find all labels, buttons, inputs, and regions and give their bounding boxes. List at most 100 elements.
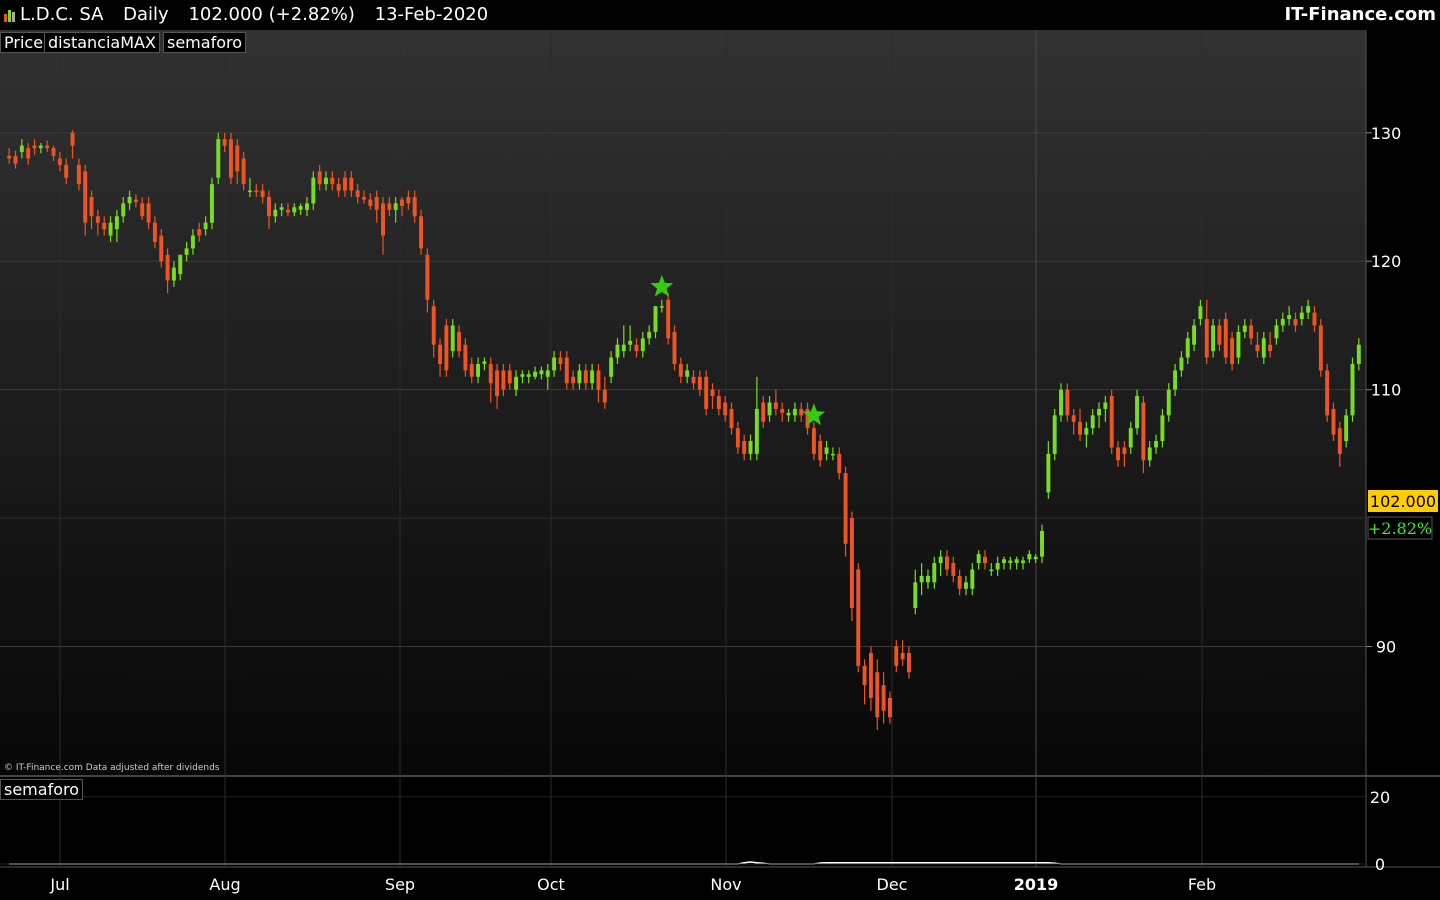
time-axis-label: Oct: [537, 875, 565, 894]
candle-body: [1033, 556, 1038, 560]
legend-tag-price[interactable]: Price: [0, 32, 48, 53]
candle-body: [171, 267, 176, 281]
period-label: Daily: [123, 4, 169, 25]
candle-body: [1103, 402, 1108, 409]
candle-body: [1008, 560, 1013, 564]
candle-body: [178, 254, 183, 275]
candle-body: [710, 389, 715, 397]
candle-body: [634, 344, 639, 352]
candle-body: [1141, 402, 1146, 461]
candle-body: [862, 665, 867, 686]
candle-body: [767, 402, 772, 416]
candle-body: [1274, 325, 1279, 339]
time-axis-label: Sep: [385, 875, 415, 894]
candle-body: [647, 331, 652, 339]
candle-body: [957, 575, 962, 589]
candle-body: [830, 453, 835, 456]
candle-body: [748, 441, 753, 454]
candle-body: [1090, 415, 1095, 429]
candle-body: [704, 376, 709, 409]
candle-body: [305, 203, 309, 210]
brand-label: IT-Finance.com: [1284, 4, 1436, 25]
candle-body: [539, 370, 544, 375]
candle-body: [932, 563, 937, 583]
candle-body: [577, 370, 582, 384]
candle-body: [849, 518, 854, 609]
candle-body: [1185, 338, 1190, 358]
candle-body: [818, 441, 823, 461]
candle-body: [1097, 408, 1102, 416]
time-axis-label: 2019: [1014, 875, 1059, 894]
candle-body: [247, 190, 252, 193]
candle-body: [501, 370, 506, 390]
candle-body: [1287, 315, 1292, 320]
candle-body: [114, 216, 119, 230]
candle-body: [1306, 306, 1311, 313]
candle-body: [697, 376, 702, 390]
candle-body: [906, 652, 911, 673]
candle-body: [311, 177, 316, 204]
candle-body: [799, 408, 804, 416]
candle-body: [222, 139, 227, 146]
legend-tag-distanciamax[interactable]: distanciaMAX: [44, 32, 160, 53]
price-axis: 130 120 110 90: [1366, 124, 1401, 657]
price-tick-label: 130: [1371, 124, 1402, 143]
candle-body: [1166, 389, 1171, 416]
candle-body: [495, 370, 500, 397]
candle-body: [292, 207, 297, 213]
candle-body: [324, 177, 328, 185]
date-label: 13-Feb-2020: [374, 4, 489, 25]
candle-body: [1318, 325, 1323, 371]
candle-body: [640, 338, 645, 352]
candle-body: [1356, 344, 1361, 364]
candle-body: [102, 222, 107, 230]
candle-body: [64, 164, 69, 178]
candle-body: [7, 155, 12, 159]
indicator-tag-semaforo[interactable]: semaforo: [0, 779, 84, 800]
candle-body: [1242, 325, 1247, 332]
candle-body: [19, 145, 24, 153]
candle-body: [583, 370, 588, 384]
candle-body: [843, 473, 848, 544]
price-tick-label: 120: [1371, 252, 1402, 271]
candle-body: [735, 428, 740, 448]
candle-body: [355, 190, 360, 197]
candle-body: [944, 556, 949, 570]
candle-body: [412, 196, 417, 217]
price-change-label: 102.000 (+2.82%): [188, 4, 355, 25]
candle-body: [875, 672, 880, 718]
candle-body: [678, 363, 683, 377]
candle-body: [1160, 415, 1165, 442]
candle-body: [235, 145, 240, 172]
candle-body: [1128, 428, 1133, 448]
candle-body: [1002, 559, 1006, 564]
legend-tag-semaforo[interactable]: semaforo: [163, 32, 247, 53]
candle-body: [1350, 363, 1355, 416]
candle-body: [1046, 453, 1051, 493]
candle-body: [286, 209, 290, 213]
candle-body: [450, 325, 455, 352]
candle-body: [1192, 325, 1197, 345]
time-axis-label: Nov: [710, 875, 741, 894]
candle-body: [121, 203, 126, 217]
candle-body: [209, 184, 214, 223]
candle-body: [507, 370, 512, 384]
candle-body: [425, 254, 430, 300]
candle-body: [1198, 306, 1203, 320]
last-price-label: 102.000: [1370, 492, 1436, 511]
candle-body: [742, 441, 747, 454]
candle-body: [1040, 530, 1044, 557]
chart-title: L.D.C. SA Daily 102.000 (+2.82%) 13-Feb-…: [20, 4, 502, 25]
candle-body: [381, 203, 385, 236]
candle-body: [653, 306, 658, 332]
symbol-label: L.D.C. SA: [20, 4, 104, 25]
candle-body: [564, 357, 569, 384]
candle-body: [811, 428, 816, 454]
candle-body: [76, 164, 81, 185]
candle-body: [336, 184, 341, 191]
time-axis-label: Feb: [1188, 875, 1216, 894]
candle-body: [184, 248, 189, 255]
candle-body: [558, 357, 563, 364]
candle-body: [1337, 428, 1342, 454]
candle-body: [1122, 447, 1127, 454]
